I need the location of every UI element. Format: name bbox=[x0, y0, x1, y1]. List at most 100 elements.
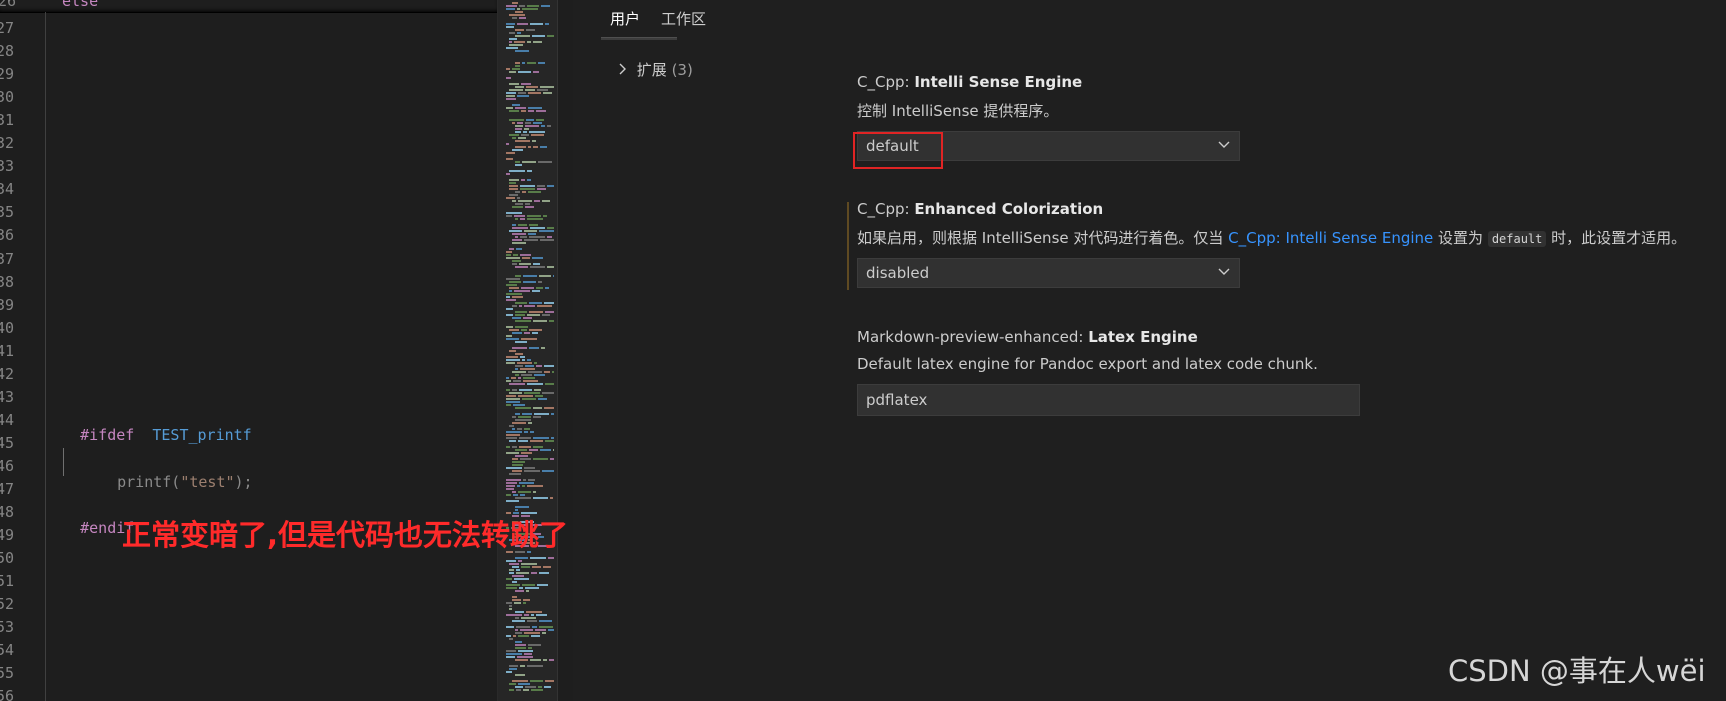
latex-engine-input[interactable]: pdflatex bbox=[857, 384, 1360, 416]
minimap-code-line bbox=[521, 83, 531, 85]
code-editor[interactable]: 26 else 27 28 29 30 31 32 33 34 35 36 37 38 39 40 41 42… bbox=[0, 0, 497, 701]
minimap-code-line bbox=[515, 35, 530, 37]
minimap-code-line bbox=[517, 32, 521, 34]
minimap-code-line bbox=[529, 449, 538, 451]
minimap-code-line bbox=[545, 23, 549, 25]
minimap-code-line bbox=[522, 359, 525, 361]
minimap-code-line bbox=[512, 596, 517, 598]
string-literal: "test" bbox=[180, 473, 235, 491]
minimap-code-line bbox=[534, 362, 537, 364]
minimap-code-line bbox=[539, 620, 552, 622]
minimap-code-line bbox=[536, 110, 546, 112]
minimap-code-line bbox=[515, 203, 523, 205]
minimap-code-line bbox=[520, 494, 525, 496]
minimap-code-line bbox=[509, 14, 525, 16]
line-number: 29 bbox=[0, 65, 15, 84]
minimap-code-line bbox=[512, 416, 516, 418]
enhanced-colorization-select[interactable]: disabled bbox=[857, 258, 1240, 288]
minimap-code-line bbox=[509, 350, 516, 352]
minimap[interactable] bbox=[497, 0, 558, 701]
minimap-code-line bbox=[515, 131, 521, 133]
minimap-code-line bbox=[506, 197, 515, 199]
minimap-code-line bbox=[514, 578, 529, 580]
minimap-code-line bbox=[520, 356, 525, 358]
minimap-code-line bbox=[547, 185, 554, 187]
line-number: 50 bbox=[0, 549, 15, 568]
minimap-code-line bbox=[515, 326, 528, 328]
minimap-code-line bbox=[515, 413, 520, 415]
minimap-code-line bbox=[521, 110, 526, 112]
minimap-code-line bbox=[517, 197, 520, 199]
tab-user[interactable]: 用户 bbox=[610, 8, 640, 37]
code-line-ifdef[interactable]: #ifdef TEST_printf bbox=[44, 408, 252, 462]
minimap-code-line bbox=[509, 668, 517, 670]
setting-link[interactable]: C_Cpp: Intelli Sense Engine bbox=[1228, 229, 1433, 247]
minimap-code-line bbox=[512, 233, 526, 235]
minimap-code-line bbox=[506, 326, 513, 328]
minimap-code-line bbox=[506, 578, 512, 580]
minimap-code-line bbox=[512, 422, 526, 424]
minimap-code-line bbox=[506, 437, 517, 439]
minimap-code-line bbox=[509, 440, 516, 442]
minimap-code-line bbox=[512, 680, 528, 682]
minimap-code-line bbox=[553, 449, 554, 451]
line-number: 28 bbox=[0, 42, 15, 61]
minimap-code-line bbox=[519, 389, 532, 391]
preprocessor-keyword: #ifdef bbox=[80, 426, 135, 444]
minimap-code-line bbox=[530, 557, 546, 559]
minimap-code-line bbox=[535, 629, 546, 631]
tab-workspace[interactable]: 工作区 bbox=[661, 8, 706, 37]
minimap-code-line bbox=[538, 686, 542, 688]
minimap-code-line bbox=[509, 290, 512, 292]
tree-item-extensions[interactable]: 扩展 (3) bbox=[618, 59, 693, 80]
minimap-code-line bbox=[519, 446, 531, 448]
minimap-code-line bbox=[550, 458, 554, 460]
minimap-code-line bbox=[512, 389, 517, 391]
editor-scrollbar[interactable] bbox=[557, 0, 574, 701]
minimap-code-line bbox=[512, 446, 517, 448]
minimap-code-line bbox=[506, 389, 510, 391]
minimap-code-line bbox=[509, 179, 519, 181]
minimap-code-line bbox=[512, 470, 522, 472]
setting-description: 控制 IntelliSense 提供程序。 bbox=[857, 102, 1059, 120]
minimap-code-line bbox=[506, 488, 514, 490]
minimap-code-line bbox=[548, 629, 554, 631]
minimap-code-line bbox=[542, 314, 550, 316]
minimap-code-line bbox=[529, 329, 542, 331]
minimap-slider[interactable] bbox=[498, 0, 558, 701]
minimap-code-line bbox=[515, 275, 521, 277]
minimap-code-line bbox=[530, 266, 545, 268]
line-number: 53 bbox=[0, 618, 15, 637]
minimap-code-line bbox=[515, 314, 525, 316]
minimap-code-line bbox=[529, 302, 542, 304]
minimap-code-line bbox=[526, 119, 534, 121]
minimap-code-line bbox=[527, 359, 531, 361]
minimap-code-line bbox=[536, 614, 547, 616]
minimap-code-line bbox=[548, 557, 554, 559]
minimap-code-line bbox=[533, 458, 548, 460]
minimap-code-line bbox=[521, 374, 532, 376]
minimap-code-line bbox=[530, 440, 543, 442]
minimap-code-line bbox=[517, 122, 523, 124]
minimap-code-line bbox=[523, 599, 530, 601]
setting-description: 如果启用，则根据 IntelliSense 对代码进行着色。仅当 C_Cpp: … bbox=[857, 227, 1686, 248]
minimap-code-line bbox=[541, 125, 545, 127]
minimap-code-line bbox=[520, 188, 535, 190]
inline-code: default bbox=[1487, 231, 1547, 247]
minimap-code-line bbox=[512, 137, 516, 139]
minimap-code-line bbox=[532, 140, 536, 142]
minimap-code-line bbox=[509, 89, 523, 91]
minimap-code-line bbox=[509, 185, 518, 187]
minimap-code-line bbox=[512, 17, 517, 19]
minimap-code-line bbox=[527, 383, 543, 385]
minimap-code-line bbox=[515, 320, 531, 322]
minimap-code-line bbox=[512, 575, 524, 577]
line-number: 32 bbox=[0, 134, 15, 153]
minimap-code-line bbox=[522, 161, 536, 163]
minimap-code-line bbox=[521, 179, 525, 181]
minimap-code-line bbox=[526, 86, 538, 88]
minimap-code-line bbox=[523, 602, 526, 604]
code-line-endif[interactable]: #endif bbox=[44, 501, 134, 555]
minimap-code-line bbox=[531, 134, 544, 136]
minimap-code-line bbox=[537, 188, 546, 190]
